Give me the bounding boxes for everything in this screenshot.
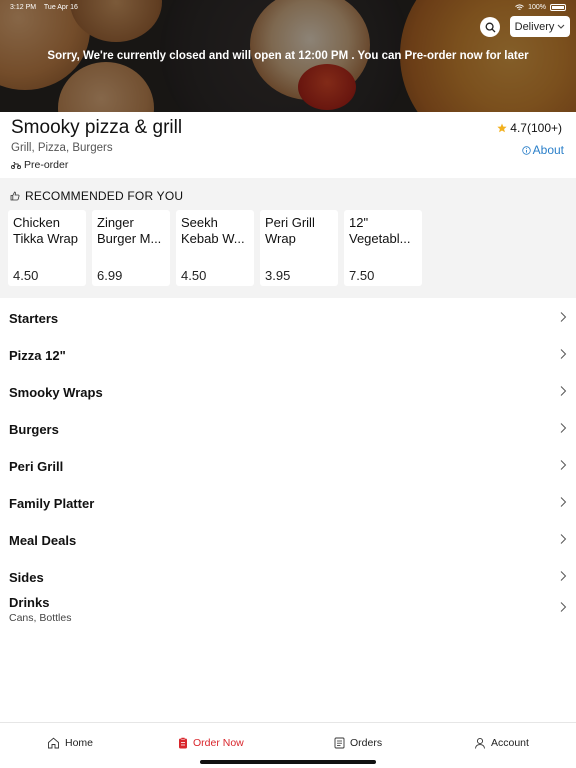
bike-icon: [11, 162, 21, 169]
recommended-card[interactable]: 12" Vegetabl... 7.50: [344, 210, 422, 286]
restaurant-name: Smooky pizza & grill: [11, 117, 183, 138]
search-button[interactable]: [480, 17, 500, 37]
account-icon: [475, 737, 485, 749]
nav-order-now[interactable]: Order Now: [178, 737, 244, 749]
preorder-label: Pre-order: [24, 159, 69, 171]
search-icon: [485, 22, 495, 32]
rating-value: 4.7(100+): [510, 121, 562, 135]
card-item-name: Seekh Kebab W...: [181, 215, 245, 246]
recommended-header: RECOMMENDED FOR YOU: [10, 189, 183, 203]
nav-order-now-label: Order Now: [193, 737, 244, 749]
category-label: Sides: [9, 570, 44, 585]
category-label: Family Platter: [9, 496, 95, 511]
category-starters[interactable]: Starters: [0, 299, 576, 336]
recommended-title: RECOMMENDED FOR YOU: [25, 189, 184, 203]
delivery-mode-dropdown[interactable]: Delivery: [510, 16, 570, 37]
chevron-right-icon: [560, 386, 567, 396]
category-label: Smooky Wraps: [9, 385, 103, 400]
nav-orders-label: Orders: [350, 737, 383, 749]
battery-percent: 100%: [528, 3, 546, 11]
nav-account[interactable]: Account: [474, 737, 529, 749]
category-label: Burgers: [9, 422, 59, 437]
card-item-price: 3.95: [265, 268, 291, 283]
orders-list-icon: [334, 737, 345, 749]
nav-home-label: Home: [65, 737, 94, 749]
delivery-mode-label: Delivery: [514, 20, 555, 33]
recommended-card[interactable]: Chicken Tikka Wrap 4.50: [8, 210, 86, 286]
closed-message: Sorry, We're currently closed and will o…: [47, 50, 529, 62]
thumbs-up-icon: [10, 191, 20, 201]
card-item-price: 7.50: [349, 268, 375, 283]
order-icon: [179, 737, 187, 749]
about-link[interactable]: About: [521, 143, 564, 157]
about-label: About: [532, 143, 564, 157]
status-date: Tue Apr 16: [43, 3, 78, 11]
status-bar: 3:12 PM Tue Apr 16 100%: [0, 0, 576, 14]
category-burgers[interactable]: Burgers: [0, 410, 576, 447]
category-label: Meal Deals: [9, 533, 77, 548]
category-label: Peri Grill: [9, 459, 64, 474]
category-subtitle: Cans, Bottles: [9, 612, 72, 624]
category-family-platter[interactable]: Family Platter: [0, 484, 576, 521]
category-peri-grill[interactable]: Peri Grill: [0, 447, 576, 484]
card-item-name: Zinger Burger M...: [97, 215, 162, 246]
card-item-name: Chicken Tikka Wrap: [13, 215, 79, 246]
chevron-right-icon: [560, 460, 567, 470]
chevron-right-icon: [560, 423, 567, 433]
chevron-right-icon: [560, 602, 567, 612]
info-icon: [521, 145, 531, 155]
home-indicator: [200, 760, 376, 764]
recommended-carousel[interactable]: Chicken Tikka Wrap 4.50 Zinger Burger M.…: [8, 210, 422, 286]
category-pizza[interactable]: Pizza 12": [0, 336, 576, 373]
card-item-price: 4.50: [13, 268, 39, 283]
menu-categories: Starters Pizza 12" Smooky Wraps Burgers …: [0, 299, 576, 635]
nav-orders[interactable]: Orders: [334, 737, 382, 749]
nav-account-label: Account: [491, 737, 529, 749]
card-item-price: 6.99: [97, 268, 123, 283]
status-time: 3:12 PM: [10, 3, 37, 11]
recommended-card[interactable]: Peri Grill Wrap 3.95: [260, 210, 338, 286]
category-drinks[interactable]: Drinks Cans, Bottles: [0, 595, 576, 635]
category-sides[interactable]: Sides: [0, 558, 576, 595]
chevron-right-icon: [560, 571, 567, 581]
card-item-price: 4.50: [181, 268, 207, 283]
category-label: Drinks: [9, 595, 50, 610]
recommended-section: RECOMMENDED FOR YOU Chicken Tikka Wrap 4…: [0, 178, 576, 298]
chevron-down-icon: [557, 24, 565, 29]
battery-icon: [550, 3, 566, 11]
rating: 4.7(100+): [497, 121, 562, 135]
chevron-right-icon: [560, 312, 567, 322]
card-item-name: 12" Vegetabl...: [349, 215, 411, 246]
star-icon: [497, 123, 507, 133]
wifi-icon: [515, 3, 524, 10]
chevron-right-icon: [560, 497, 567, 507]
nav-home[interactable]: Home: [47, 737, 93, 749]
category-smooky-wraps[interactable]: Smooky Wraps: [0, 373, 576, 410]
hero-banner: 3:12 PM Tue Apr 16 100% Delivery Sorry, …: [0, 0, 576, 112]
card-item-name: Peri Grill Wrap: [265, 215, 315, 246]
recommended-card[interactable]: Seekh Kebab W... 4.50: [176, 210, 254, 286]
preorder-badge: Pre-order: [11, 159, 68, 171]
chevron-right-icon: [560, 349, 567, 359]
category-label: Starters: [9, 311, 59, 326]
home-icon: [48, 737, 59, 749]
category-label: Pizza 12": [9, 348, 66, 363]
restaurant-cuisines: Grill, Pizza, Burgers: [11, 142, 113, 154]
chevron-right-icon: [560, 534, 567, 544]
category-meal-deals[interactable]: Meal Deals: [0, 521, 576, 558]
recommended-card[interactable]: Zinger Burger M... 6.99: [92, 210, 170, 286]
